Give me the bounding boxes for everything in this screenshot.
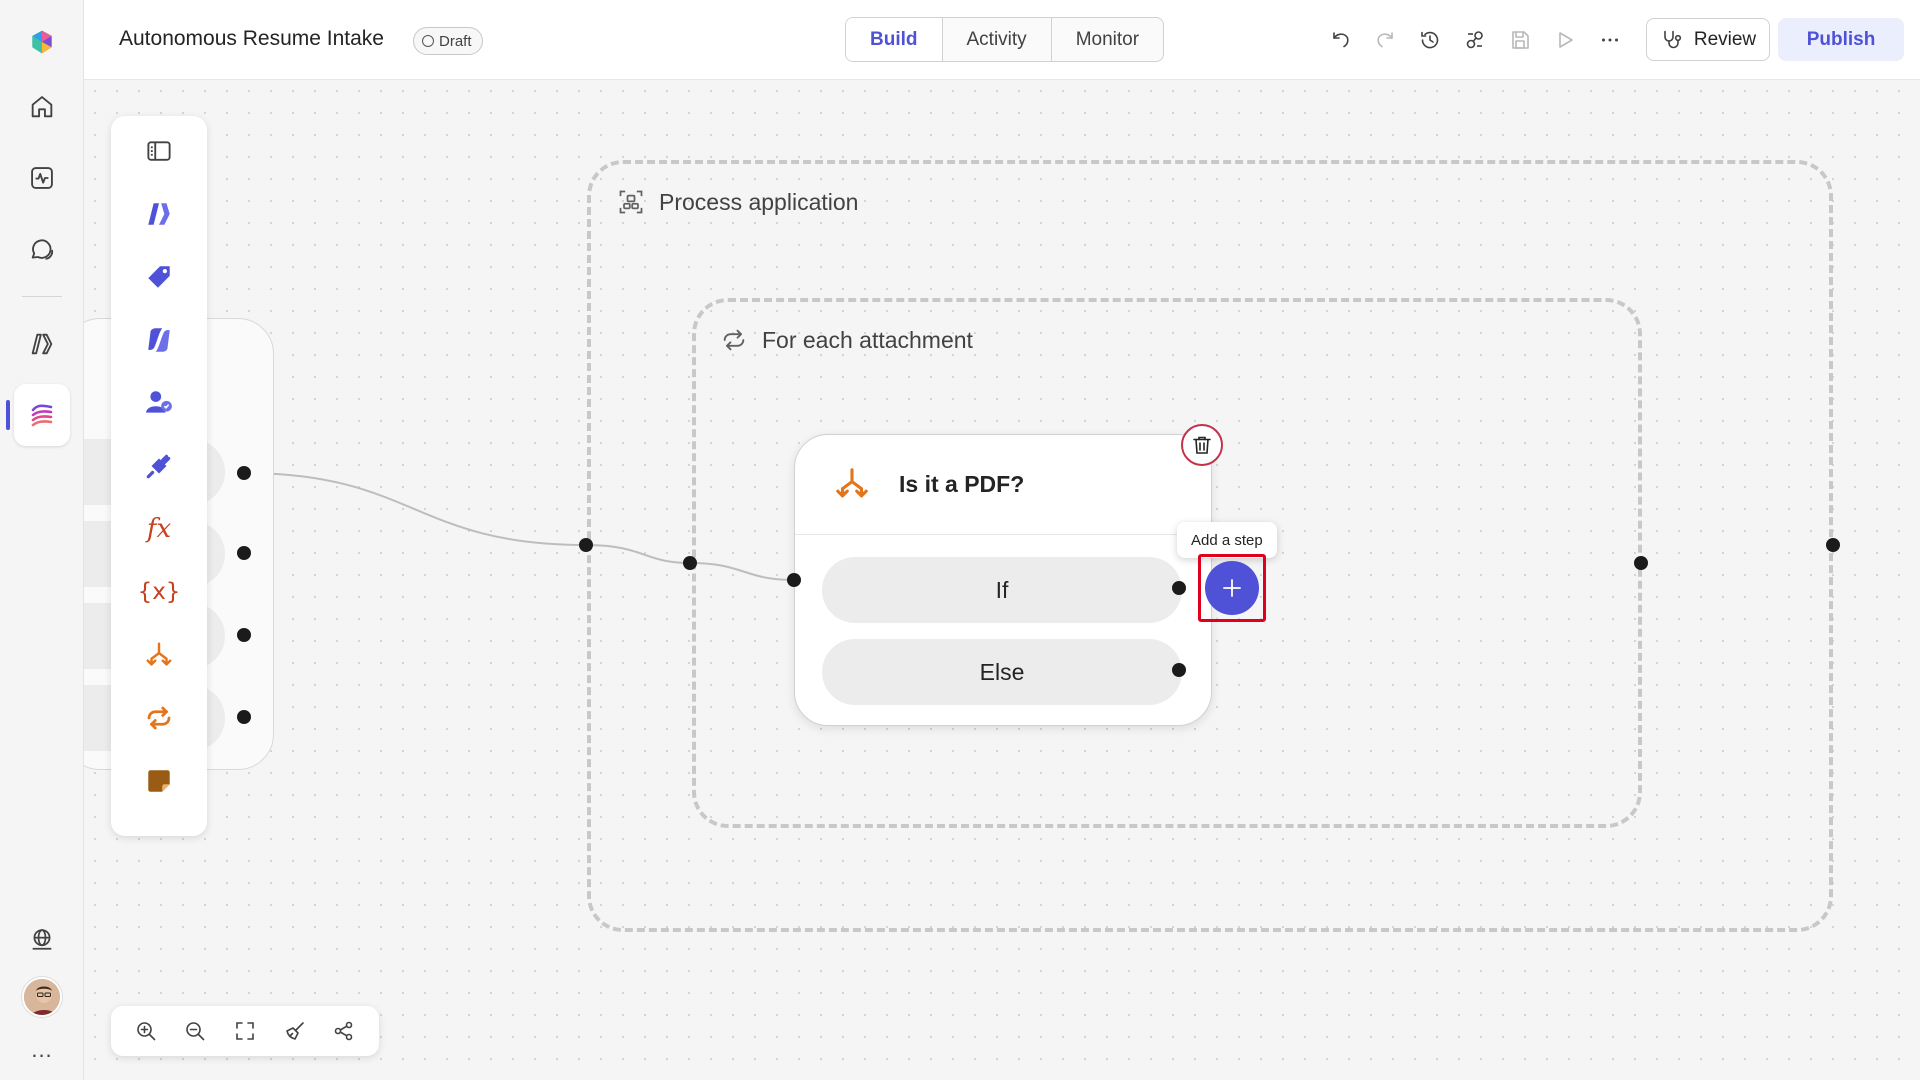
container-label: Process application: [617, 188, 858, 216]
agents-icon[interactable]: [22, 324, 62, 364]
loop-icon: [723, 329, 745, 351]
branch-else[interactable]: Else: [822, 639, 1182, 705]
canvas-toolbar: [111, 1006, 379, 1056]
tidy-up-button[interactable]: [278, 1014, 312, 1048]
input-port[interactable]: [579, 538, 593, 552]
condition-icon: [836, 468, 868, 498]
container-label: For each attachment: [720, 326, 973, 354]
history-button[interactable]: [1412, 22, 1448, 58]
view-tabs: Build Activity Monitor: [845, 17, 1165, 62]
node-graph-icon: [334, 1021, 353, 1041]
undo-button[interactable]: [1323, 22, 1359, 58]
publish-button[interactable]: Publish: [1778, 18, 1904, 61]
output-port[interactable]: [1172, 663, 1186, 677]
note-icon[interactable]: [139, 761, 179, 801]
review-button-label: Review: [1693, 28, 1757, 50]
flow-canvas[interactable]: nai tio ffic k er Process application Fo…: [84, 80, 1920, 1080]
minimap-button[interactable]: [327, 1014, 361, 1048]
output-port[interactable]: [1634, 556, 1648, 570]
tab-monitor[interactable]: Monitor: [1052, 18, 1163, 61]
more-options-icon[interactable]: [1592, 22, 1628, 58]
variable-icon[interactable]: {x}: [138, 572, 181, 612]
rail-divider: [22, 296, 62, 297]
review-button[interactable]: Review: [1646, 18, 1770, 61]
output-port[interactable]: [237, 628, 251, 642]
zoom-out-button[interactable]: [178, 1014, 212, 1048]
input-port[interactable]: [683, 556, 697, 570]
condition-icon[interactable]: [139, 635, 179, 675]
node-palette: fx {x}: [111, 116, 207, 836]
output-port[interactable]: [1826, 538, 1840, 552]
plus-icon: [1223, 579, 1241, 597]
copilot-icon[interactable]: [139, 320, 179, 360]
fit-view-button[interactable]: [228, 1014, 262, 1048]
activity-icon[interactable]: [22, 158, 62, 198]
test-run-button[interactable]: [1547, 22, 1583, 58]
input-port[interactable]: [787, 573, 801, 587]
broom-icon: [285, 1022, 304, 1040]
container-title: For each attachment: [762, 326, 973, 353]
copilot-studio-logo-icon[interactable]: [22, 22, 62, 62]
rail-active-indicator: [6, 400, 10, 430]
app-header: Autonomous Resume Intake Draft Build Act…: [84, 0, 1920, 80]
redo-button[interactable]: [1367, 22, 1403, 58]
condition-node[interactable]: Is it a PDF? If Else: [794, 434, 1212, 726]
branch-if[interactable]: If: [822, 557, 1182, 623]
human-icon[interactable]: [139, 383, 179, 423]
container-title: Process application: [659, 188, 859, 215]
delete-node-button[interactable]: [1181, 424, 1223, 466]
output-port[interactable]: [1172, 581, 1186, 595]
status-badge: Draft: [413, 27, 483, 55]
agent-icon[interactable]: [139, 194, 179, 234]
output-port[interactable]: [237, 710, 251, 724]
zoom-in-icon: [136, 1022, 156, 1041]
tab-build[interactable]: Build: [846, 18, 943, 61]
app-rail: ...: [0, 0, 84, 1080]
function-icon[interactable]: fx: [139, 509, 179, 549]
connector-icon[interactable]: [139, 446, 179, 486]
output-port[interactable]: [237, 546, 251, 560]
add-step-tooltip: Add a step: [1177, 522, 1277, 558]
scope-icon: [619, 190, 643, 214]
condition-node-header: Is it a PDF?: [795, 435, 1211, 535]
save-button[interactable]: [1502, 22, 1538, 58]
home-icon[interactable]: [22, 87, 62, 127]
chat-icon[interactable]: [22, 230, 62, 270]
condition-node-title: Is it a PDF?: [899, 471, 1025, 497]
status-badge-label: Draft: [439, 32, 472, 50]
output-port[interactable]: [237, 466, 251, 480]
connections-button[interactable]: [1457, 22, 1493, 58]
environment-icon[interactable]: [22, 920, 62, 960]
add-step-button[interactable]: [1205, 561, 1259, 615]
flows-icon[interactable]: [22, 395, 62, 435]
stethoscope-icon: [1664, 30, 1681, 48]
fit-view-icon: [236, 1022, 254, 1040]
status-dot-icon: [422, 35, 434, 47]
more-icon[interactable]: ...: [22, 1030, 62, 1070]
panel-toggle-icon[interactable]: [139, 131, 179, 171]
tag-icon[interactable]: [139, 257, 179, 297]
zoom-out-icon: [186, 1022, 205, 1041]
loop-icon[interactable]: [139, 698, 179, 738]
tab-activity[interactable]: Activity: [943, 18, 1052, 61]
zoom-in-button[interactable]: [129, 1014, 163, 1048]
page-title: Autonomous Resume Intake: [119, 27, 384, 50]
avatar[interactable]: [22, 977, 62, 1017]
trash-icon: [1193, 436, 1211, 454]
